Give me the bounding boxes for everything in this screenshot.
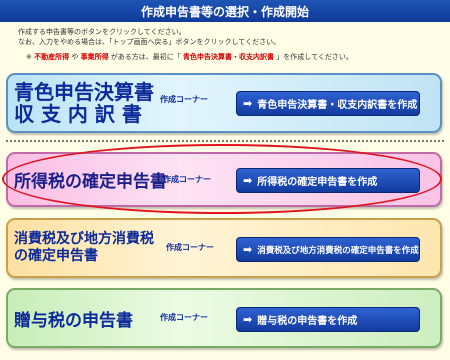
- card-title: 青色申告決算書 収 支 内 訳 書: [14, 81, 154, 125]
- card-title: 消費税及び地方消費税 の確定申告書: [14, 231, 154, 265]
- create-gift-tax-button[interactable]: ➡ 贈与税の申告書を作成: [236, 307, 420, 332]
- note-middle-1: や: [71, 53, 79, 61]
- corner-label: 作成コーナー: [166, 243, 214, 252]
- button-label: 青色申告決算書・収支内訳書を作成: [257, 100, 418, 111]
- note-prefix: ※: [26, 53, 32, 61]
- card-title-line-1: 消費税及び地方消費税: [14, 231, 154, 247]
- note-text: ※ 不動産所得 や 事業所得 がある方は、最初に「 青色申告決算書・収支内訳書 …: [26, 52, 441, 62]
- card-gift-tax: 贈与税の申告書 作成コーナー ➡ 贈与税の申告書を作成: [6, 288, 442, 348]
- divider: [6, 140, 444, 142]
- intro-text: 作成する申告書等のボタンをクリックしてください。 なお、入力をやめる場合は、「ト…: [18, 27, 438, 47]
- note-item-1: 不動産所得: [34, 53, 70, 61]
- button-label: 贈与税の申告書を作成: [257, 316, 358, 327]
- card-consumption-tax: 消費税及び地方消費税 の確定申告書 作成コーナー ➡ 消費税及び地方消費税の確定…: [6, 218, 442, 278]
- intro-line-1: 作成する申告書等のボタンをクリックしてください。: [18, 28, 186, 36]
- arrow-right-icon: ➡: [243, 97, 253, 110]
- page-title: 作成申告書等の選択・作成開始: [140, 4, 309, 19]
- card-blue-return: 青色申告決算書 収 支 内 訳 書 作成コーナー ➡ 青色申告決算書・収支内訳書…: [6, 73, 442, 133]
- arrow-right-icon: ➡: [243, 313, 253, 326]
- highlight-oval: [2, 144, 442, 214]
- note-suffix: 」を作成してください。: [276, 53, 353, 61]
- page-header: 作成申告書等の選択・作成開始: [0, 0, 450, 22]
- arrow-right-icon: ➡: [243, 243, 253, 256]
- note-middle-2: がある方は、最初に「: [110, 53, 181, 61]
- create-consumption-tax-button[interactable]: ➡ 消費税及び地方消費税の確定申告書を作成: [236, 237, 420, 262]
- corner-label: 作成コーナー: [160, 95, 208, 104]
- card-title-line-2: 収 支 内 訳 書: [14, 102, 142, 126]
- note-item-3: 青色申告決算書・収支内訳書: [183, 53, 275, 61]
- card-title-line-2: の確定申告書: [14, 248, 98, 264]
- card-title: 贈与税の申告書: [14, 310, 133, 331]
- note-item-2: 事業所得: [80, 53, 109, 61]
- create-blue-return-button[interactable]: ➡ 青色申告決算書・収支内訳書を作成: [236, 91, 420, 116]
- corner-label: 作成コーナー: [160, 313, 208, 322]
- intro-line-2: なお、入力をやめる場合は、「トップ画面へ戻る」ボタンをクリックしてください。: [18, 38, 281, 46]
- card-title-line-1: 青色申告決算書: [14, 80, 154, 104]
- button-label: 消費税及び地方消費税の確定申告書を作成: [257, 245, 419, 256]
